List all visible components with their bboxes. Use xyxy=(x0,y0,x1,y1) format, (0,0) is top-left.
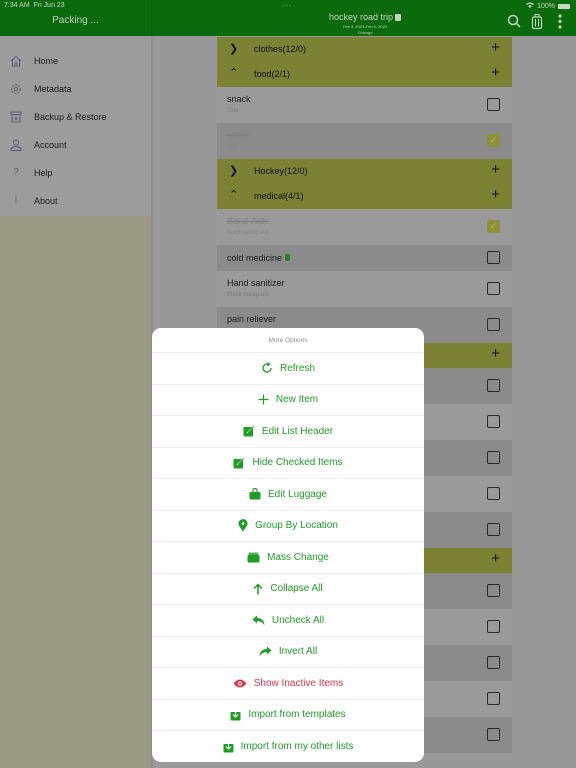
checkbox[interactable] xyxy=(487,620,500,633)
chevron-up-icon[interactable]: ⌃ xyxy=(229,66,238,79)
sidebar-empty-area xyxy=(0,216,151,768)
search-icon[interactable] xyxy=(507,14,521,33)
checkbox[interactable] xyxy=(487,728,500,741)
sidebar-item-help[interactable]: ? Help xyxy=(0,159,151,187)
checkbox[interactable] xyxy=(487,282,500,295)
list-item[interactable]: snack Tote xyxy=(217,87,512,123)
more-vertical-icon[interactable] xyxy=(558,14,562,34)
checkbox[interactable] xyxy=(487,451,500,464)
luggage-icon[interactable] xyxy=(531,14,543,35)
left-panel-title: Packing ... xyxy=(52,15,99,26)
person-icon xyxy=(10,139,22,151)
section-header-food[interactable]: ⌃ food(2/1) + xyxy=(217,62,512,87)
sidebar-item-metadata[interactable]: Metadata xyxy=(0,75,151,103)
archive-icon xyxy=(10,111,22,123)
list-item[interactable]: cold medicine xyxy=(217,245,512,271)
status-indicators: 100% xyxy=(526,2,570,10)
sheet-title: More Options xyxy=(152,328,424,353)
list-item[interactable]: water Tote ✓ xyxy=(217,123,512,159)
section-header-clothes[interactable]: ❯ clothes(12/0) + xyxy=(217,37,512,62)
add-item-icon[interactable]: + xyxy=(491,64,500,81)
chevron-up-icon[interactable]: ⌃ xyxy=(229,188,238,201)
import-icon xyxy=(230,709,241,721)
more-options-sheet: More Options Refresh New Item Edit List … xyxy=(152,328,424,762)
chevron-right-icon[interactable]: ❯ xyxy=(229,42,238,55)
gear-icon xyxy=(10,83,22,95)
eye-icon xyxy=(233,679,247,688)
bag-icon xyxy=(285,254,291,261)
uncheck-all-option[interactable]: Uncheck All xyxy=(152,605,424,637)
chevron-right-icon[interactable]: ❯ xyxy=(229,164,238,177)
stack-icon xyxy=(247,552,260,563)
sidebar-item-backup-restore[interactable]: Backup & Restore xyxy=(0,103,151,131)
checkbox[interactable] xyxy=(487,415,500,428)
arrow-up-icon xyxy=(253,583,263,595)
checkbox[interactable] xyxy=(487,487,500,500)
list-location: Chicago xyxy=(357,30,373,35)
checkbox[interactable] xyxy=(487,251,500,264)
section-header-hockey[interactable]: ❯ Hockey(12/0) + xyxy=(217,159,512,184)
edit-list-header-option[interactable]: Edit List Header xyxy=(152,416,424,448)
collapse-all-option[interactable]: Collapse All xyxy=(152,574,424,605)
status-time: 7:34 AM Fri Jun 23 xyxy=(4,2,65,9)
checkbox-checked[interactable]: ✓ xyxy=(487,220,500,233)
checkbox-checked[interactable]: ✓ xyxy=(487,134,500,147)
show-inactive-items-option[interactable]: Show Inactive Items xyxy=(152,668,424,700)
add-item-icon[interactable]: + xyxy=(491,345,500,362)
group-by-location-option[interactable]: Group By Location xyxy=(152,511,424,542)
checkbox[interactable] xyxy=(487,523,500,536)
split-divider xyxy=(151,0,152,36)
checkbox[interactable] xyxy=(487,379,500,392)
refresh-option[interactable]: Refresh xyxy=(152,353,424,385)
checkbox[interactable] xyxy=(487,98,500,111)
forward-icon xyxy=(259,646,272,657)
edit-icon xyxy=(233,457,245,469)
wifi-icon xyxy=(526,2,535,10)
location-pin-icon xyxy=(238,519,248,532)
new-item-option[interactable]: New Item xyxy=(152,385,424,416)
checkbox[interactable] xyxy=(487,318,500,331)
checkbox[interactable] xyxy=(487,656,500,669)
battery-percent: 100% xyxy=(537,2,555,10)
sidebar-item-home[interactable]: Home xyxy=(0,47,151,75)
refresh-icon xyxy=(261,362,273,374)
import-from-other-lists-option[interactable]: Import from my other lists xyxy=(152,731,424,762)
checkbox[interactable] xyxy=(487,692,500,705)
hide-checked-items-option[interactable]: Hide Checked Items xyxy=(152,448,424,479)
edit-icon xyxy=(243,425,255,437)
mass-change-option[interactable]: Mass Change xyxy=(152,542,424,574)
info-icon: i xyxy=(14,195,18,206)
add-item-icon[interactable]: + xyxy=(491,186,500,203)
add-item-icon[interactable]: + xyxy=(491,39,500,56)
list-item[interactable]: Band-Aids Black backpack ✓ xyxy=(217,209,512,245)
plus-icon xyxy=(258,394,269,405)
edit-luggage-option[interactable]: Edit Luggage xyxy=(152,479,424,511)
section-header-medical[interactable]: ⌃ medical(4/1) + xyxy=(217,184,512,209)
note-icon xyxy=(395,14,402,21)
import-icon xyxy=(223,741,234,753)
sidebar-item-about[interactable]: i About xyxy=(0,187,151,215)
import-from-templates-option[interactable]: Import from templates xyxy=(152,700,424,731)
top-bar: 7:34 AM Fri Jun 23 ••• 100% Packing ... … xyxy=(0,0,576,36)
sidebar-item-account[interactable]: Account xyxy=(0,131,151,159)
list-dates: Feb 3, 2023-Feb 5, 2023 xyxy=(342,24,388,29)
reply-icon xyxy=(252,615,265,626)
checkbox[interactable] xyxy=(487,584,500,597)
bag-icon xyxy=(249,488,261,500)
multitask-dots[interactable]: ••• xyxy=(282,3,292,10)
list-item[interactable]: Hand sanitizer Black backpack xyxy=(217,271,512,307)
battery-icon xyxy=(558,3,570,9)
question-icon: ? xyxy=(13,167,19,178)
home-icon xyxy=(10,55,22,67)
invert-all-option[interactable]: Invert All xyxy=(152,637,424,668)
add-item-icon[interactable]: + xyxy=(491,550,500,567)
add-item-icon[interactable]: + xyxy=(491,161,500,178)
list-title[interactable]: hockey road trip xyxy=(290,12,440,22)
